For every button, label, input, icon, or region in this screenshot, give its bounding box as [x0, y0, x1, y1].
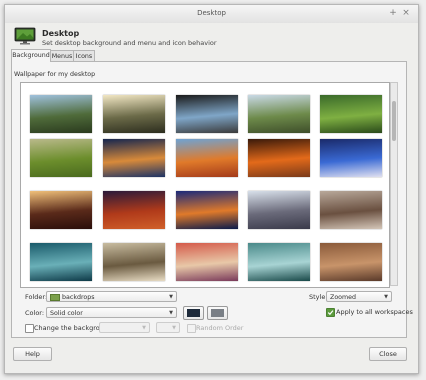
- chevron-down-icon: ▼: [169, 294, 173, 300]
- style-select-value: Zoomed: [330, 294, 357, 301]
- primary-color-swatch: [187, 309, 200, 317]
- chevron-down-icon: ▼: [142, 325, 146, 331]
- secondary-color-swatch: [211, 309, 224, 317]
- desktop-monitor-icon: [14, 27, 36, 45]
- wallpaper-thumbnail-orange-sunset-clouds[interactable]: [248, 139, 310, 177]
- secondary-color-button[interactable]: [207, 306, 228, 320]
- wallpaper-thumbnail-blue-sunset-sea[interactable]: [103, 139, 165, 177]
- change-amount-spinner[interactable]: ▼: [156, 322, 180, 333]
- change-background-checkbox[interactable]: [25, 324, 34, 333]
- chevron-down-icon: ▼: [172, 325, 176, 331]
- wallpaper-thumbnail-sandstone-texture[interactable]: [320, 243, 382, 281]
- checkmark-icon: [327, 310, 334, 316]
- chevron-down-icon: ▼: [169, 310, 173, 316]
- tab-background[interactable]: Background: [11, 49, 51, 62]
- folder-icon: [50, 293, 60, 301]
- random-order-label: Random Order: [196, 324, 244, 332]
- apply-all-workspaces-checkbox[interactable]: [326, 308, 335, 317]
- color-mode-select[interactable]: Solid color ▼: [46, 307, 177, 318]
- wallpaper-thumbnail-old-building[interactable]: [320, 191, 382, 229]
- wallpaper-thumbnail-building-spire[interactable]: [248, 191, 310, 229]
- wallpaper-thumbnail-reed-grass[interactable]: [103, 243, 165, 281]
- close-icon[interactable]: ×: [401, 8, 411, 18]
- wallpaper-label: Wallpaper for my desktop: [14, 71, 96, 78]
- wallpaper-thumbnail-purple-lake-sunset[interactable]: [176, 191, 238, 229]
- wallpaper-thumbnail-red-forest[interactable]: [103, 191, 165, 229]
- random-order-checkbox[interactable]: [187, 324, 196, 333]
- wallpaper-thumbnail-green-meadow[interactable]: [30, 139, 92, 177]
- wallpaper-thumbnail-deep-blue-beach[interactable]: [320, 139, 382, 177]
- header-subtitle: Set desktop background and menu and icon…: [42, 39, 217, 47]
- folder-label: Folder:: [25, 293, 48, 301]
- scrollbar-thumb[interactable]: [392, 101, 396, 141]
- style-label: Style:: [309, 293, 328, 301]
- wallpaper-thumbnail-sunburst-trees[interactable]: [103, 95, 165, 133]
- wallpaper-thumbnail-pier-sunset[interactable]: [30, 191, 92, 229]
- wallpaper-thumbnail-cyan-abstract[interactable]: [248, 243, 310, 281]
- close-button[interactable]: Close: [369, 347, 407, 361]
- wallpaper-scrollbar[interactable]: [390, 82, 398, 286]
- change-interval-select[interactable]: ▼: [99, 322, 150, 333]
- wallpaper-thumbnail-lone-tree-field[interactable]: [320, 95, 382, 133]
- wallpaper-thumbnail-mountain-valley[interactable]: [30, 95, 92, 133]
- primary-color-button[interactable]: [183, 306, 204, 320]
- wallpaper-thumbnail-window-view[interactable]: [176, 95, 238, 133]
- color-label: Color:: [25, 309, 45, 317]
- dialog-header: Desktop Set desktop background and menu …: [5, 23, 418, 51]
- title-bar[interactable]: Desktop + ×: [5, 5, 418, 24]
- style-select[interactable]: Zoomed ▼: [326, 291, 392, 302]
- wallpaper-thumbnail-teal-water-texture[interactable]: [30, 243, 92, 281]
- maximize-icon[interactable]: +: [388, 8, 398, 18]
- help-button[interactable]: Help: [13, 347, 52, 361]
- folder-select[interactable]: backdrops ▼: [46, 291, 177, 302]
- wallpaper-thumbnail-red-autumn-hill[interactable]: [176, 139, 238, 177]
- wallpaper-thumbnail-winding-river[interactable]: [248, 95, 310, 133]
- wallpaper-grid: [20, 82, 390, 288]
- window-title: Desktop: [197, 9, 226, 17]
- folder-name: backdrops: [62, 294, 95, 301]
- header-title: Desktop: [42, 29, 80, 38]
- folder-select-value: backdrops: [50, 292, 95, 303]
- wallpaper-thumbnail-glass-mosaic[interactable]: [176, 243, 238, 281]
- chevron-down-icon: ▼: [384, 294, 388, 300]
- color-mode-value: Solid color: [50, 310, 83, 317]
- apply-all-workspaces-label: Apply to all workspaces: [336, 308, 413, 316]
